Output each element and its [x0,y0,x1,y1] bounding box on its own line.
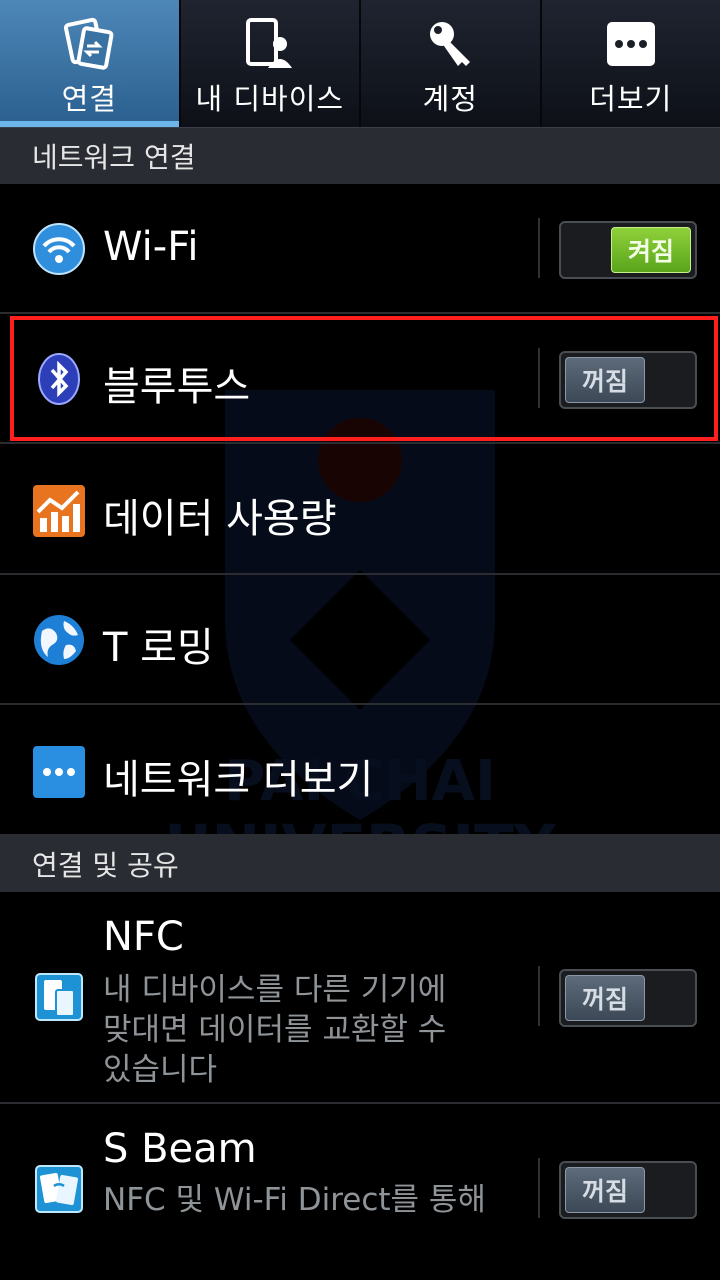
tab-my-device[interactable]: 내 디바이스 [181,0,361,127]
tab-label: 연결 [61,82,117,116]
globe-icon [32,613,86,667]
highlight-box [10,316,718,441]
data-usage-label: 데이터 사용량 [103,496,337,542]
section-header-sharing: 연결 및 공유 [0,836,720,892]
network-more-label: 네트워크 더보기 [103,757,374,803]
nfc-row[interactable]: NFC 내 디바이스를 다른 기기에 맞대면 데이터를 교환할 수 있습니다 꺼… [0,892,720,1104]
nfc-description-line2: 맞대면 데이터를 교환할 수 [103,1012,447,1048]
t-roaming-label: T 로밍 [103,625,214,671]
s-beam-label: S Beam [103,1126,257,1172]
tab-connect[interactable]: 연결 [0,0,181,127]
section-title: 연결 및 공유 [32,849,179,882]
nfc-description-line3: 있습니다 [103,1052,218,1088]
row-divider [538,966,540,1026]
nfc-label: NFC [103,914,184,960]
section-title: 네트워크 연결 [32,141,196,174]
data-usage-icon [32,484,86,538]
s-beam-toggle[interactable]: 꺼짐 [559,1161,697,1219]
wifi-row[interactable]: Wi-Fi 켜짐 [0,184,720,314]
wifi-label: Wi-Fi [103,224,199,270]
wifi-icon [32,222,86,276]
tab-label: 계정 [422,82,478,116]
data-usage-row[interactable]: 데이터 사용량 [0,444,720,575]
network-more-icon [32,745,86,799]
toggle-knob: 꺼짐 [565,1167,645,1213]
nfc-toggle[interactable]: 꺼짐 [559,969,697,1027]
account-key-icon [420,14,480,74]
connect-icon [59,14,119,74]
nfc-description-line1: 내 디바이스를 다른 기기에 [103,972,447,1008]
tab-more[interactable]: 더보기 [542,0,720,127]
section-header-network: 네트워크 연결 [0,128,720,184]
toggle-knob: 꺼짐 [565,975,645,1021]
wifi-toggle[interactable]: 켜짐 [559,221,697,279]
s-beam-description: NFC 및 Wi-Fi Direct를 통해 [103,1182,486,1218]
row-divider [538,1158,540,1218]
toggle-knob: 켜짐 [611,227,691,273]
more-icon [601,14,661,74]
tab-label: 내 디바이스 [195,82,345,116]
network-more-row[interactable]: 네트워크 더보기 [0,705,720,836]
nfc-icon [32,970,86,1024]
active-tab-indicator [0,121,179,127]
tab-label: 더보기 [589,82,673,116]
s-beam-icon [32,1162,86,1216]
t-roaming-row[interactable]: T 로밍 [0,575,720,705]
row-divider [538,218,540,278]
tab-bar: 연결 내 디바이스 계정 더보기 [0,0,720,128]
my-device-icon [240,14,300,74]
tab-account[interactable]: 계정 [361,0,542,127]
s-beam-row[interactable]: S Beam NFC 및 Wi-Fi Direct를 통해 꺼짐 [0,1104,720,1280]
